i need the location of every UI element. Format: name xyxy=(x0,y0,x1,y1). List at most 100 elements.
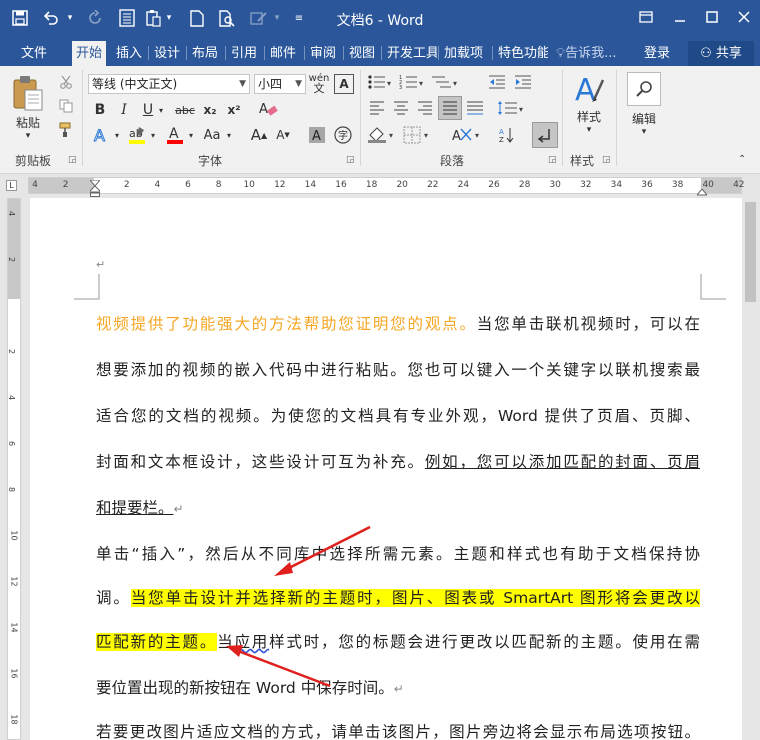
change-case-dropdown-icon[interactable]: ▾ xyxy=(224,124,234,146)
ribbon-display-options-icon[interactable] xyxy=(630,4,662,30)
page-corner-mark xyxy=(74,274,100,300)
phonetic-char-icon: 文 xyxy=(313,82,325,95)
cut-icon[interactable] xyxy=(56,72,76,92)
tell-me-search[interactable]: 💡︎告诉我... xyxy=(556,41,617,66)
format-painter-icon[interactable] xyxy=(56,120,76,140)
ruler-tick-label: 32 xyxy=(580,180,592,190)
paragraph-launcher-icon[interactable]: ◲ xyxy=(548,155,557,165)
font-name-combo[interactable]: 等线 (中文正文) ▼ xyxy=(88,74,250,94)
enclose-characters-icon[interactable]: 字 xyxy=(332,124,354,146)
increase-indent-icon[interactable] xyxy=(512,72,534,92)
bullets-icon[interactable]: ▾ xyxy=(366,72,394,92)
ruler-tick-label: 4 xyxy=(7,394,17,401)
text-line[interactable]: 调。当您单击设计并选择新的主题时，图片、图表或 SmartArt 图形将会更改以 xyxy=(96,586,700,610)
font-size-combo[interactable]: 小四 ▼ xyxy=(254,74,306,94)
tab-view[interactable]: 视图 xyxy=(345,41,379,66)
strikethrough-button[interactable]: abc xyxy=(172,100,198,120)
line-spacing-icon[interactable]: ▾ xyxy=(496,98,528,118)
multilevel-list-icon[interactable]: ▾ xyxy=(430,72,460,92)
vertical-scrollbar[interactable] xyxy=(742,198,760,740)
copy-icon[interactable] xyxy=(56,96,76,116)
text-line[interactable]: 视频提供了功能强大的方法帮助您证明您的观点。当您单击联机视频时，可以在 xyxy=(96,312,700,336)
first-line-indent-marker[interactable] xyxy=(88,177,102,187)
shrink-font-button[interactable]: A ▼ xyxy=(272,124,294,146)
sort-icon[interactable]: AZ xyxy=(496,124,518,146)
tab-design[interactable]: 设计 xyxy=(150,41,184,66)
collapse-ribbon-icon[interactable]: ⌃ xyxy=(738,154,746,165)
superscript-button[interactable]: x² xyxy=(224,100,244,120)
text-effects-icon[interactable]: A xyxy=(90,124,112,146)
vertical-ruler[interactable]: 4 2 2 4 6 8 10 12 14 16 18 xyxy=(7,198,21,740)
tab-file[interactable]: 文件 xyxy=(14,41,54,66)
tab-addins[interactable]: 加载项 xyxy=(440,41,487,66)
numbering-icon[interactable]: 1 2 3 ▾ xyxy=(398,72,426,92)
tab-mailings[interactable]: 邮件 xyxy=(266,41,300,66)
login-button[interactable]: 登录 xyxy=(644,41,670,66)
change-case-button[interactable]: Aa xyxy=(200,124,224,146)
text-line[interactable]: 要位置出现的新按钮在 Word 中保存时间。↵ xyxy=(96,676,700,701)
minimize-icon[interactable] xyxy=(664,4,696,30)
text-effects-dropdown-icon[interactable]: ▾ xyxy=(112,124,122,146)
text-line[interactable]: 若要更改图片适应文档的方式，请单击该图片，图片旁边将会显示布局选项按钮。 xyxy=(96,720,700,740)
bold-button[interactable]: B xyxy=(90,100,110,120)
tab-home[interactable]: 开始 xyxy=(72,41,106,66)
character-border-button[interactable]: A xyxy=(334,74,354,94)
styles-launcher-icon[interactable]: ◲ xyxy=(602,155,611,165)
text-run: 调。 xyxy=(96,589,131,607)
font-color-dropdown-icon[interactable]: ▾ xyxy=(186,124,196,146)
close-icon[interactable] xyxy=(728,4,760,30)
text-line[interactable]: 封面和文本框设计，这些设计可互为补充。例如，您可以添加匹配的封面、页眉 xyxy=(96,450,700,474)
share-button[interactable]: ⚇ 共享 xyxy=(688,41,754,66)
clipboard-launcher-icon[interactable]: ◲ xyxy=(68,155,77,165)
chinese-layout-icon[interactable]: A ▾ xyxy=(450,124,484,146)
tab-layout[interactable]: 布局 xyxy=(188,41,222,66)
styles-button[interactable]: A 样式 ▾ xyxy=(568,72,610,135)
subscript-button[interactable]: x₂ xyxy=(200,100,220,120)
scrollbar-thumb[interactable] xyxy=(745,202,756,302)
editing-button[interactable]: 编辑 ▾ xyxy=(622,72,666,137)
svg-text:▾: ▾ xyxy=(419,79,423,88)
ruler-tick-label: 4 xyxy=(154,180,161,190)
tab-separator xyxy=(304,46,305,60)
align-center-icon[interactable] xyxy=(390,98,412,118)
tab-featured[interactable]: 特色功能 xyxy=(494,41,548,66)
ruler-tick-label: 2 xyxy=(7,256,17,263)
horizontal-ruler[interactable]: 4 2 2 4 6 8 10 12 14 16 18 20 22 24 26 28 30 32 34 36 38 40 42 xyxy=(28,177,745,197)
font-launcher-icon[interactable]: ◲ xyxy=(346,155,355,165)
text-line[interactable]: 和提要栏。↵ xyxy=(96,496,700,521)
show-hide-marks-icon[interactable] xyxy=(532,122,558,148)
character-shading-icon[interactable]: A xyxy=(306,124,328,146)
justify-icon[interactable] xyxy=(438,96,462,120)
decrease-indent-icon[interactable] xyxy=(486,72,508,92)
text-line[interactable]: 单击“插入”，然后从不同库中选择所需元素。主题和样式也有助于文档保持协 xyxy=(96,542,700,566)
tab-review[interactable]: 审阅 xyxy=(306,41,340,66)
maximize-icon[interactable] xyxy=(696,4,728,30)
grow-font-button[interactable]: A ▲ xyxy=(248,124,270,146)
ruler-tick-label: 38 xyxy=(671,180,684,190)
underline-dropdown-icon[interactable]: ▾ xyxy=(156,100,166,120)
phonetic-guide-button[interactable]: wén 文 xyxy=(308,72,330,96)
tab-selector-icon[interactable]: L xyxy=(6,180,17,191)
align-left-icon[interactable] xyxy=(366,98,388,118)
highlight-color-icon[interactable]: ab xyxy=(126,124,148,146)
text-line[interactable]: 想要添加的视频的嵌入代码中进行粘贴。您也可以键入一个关键字以联机搜索最 xyxy=(96,358,700,382)
borders-icon[interactable]: ▾ xyxy=(402,124,434,146)
ruler-tick-label: 30 xyxy=(549,180,561,190)
tab-references[interactable]: 引用 xyxy=(227,41,261,66)
shading-icon[interactable]: ▾ xyxy=(366,124,398,146)
text-line[interactable]: 匹配新的主题。当应用样式时，您的标题会进行更改以匹配新的主题。使用在需 xyxy=(96,630,700,654)
text-line[interactable]: 适合您的文档的视频。为使您的文档具有专业外观，Word 提供了页眉、页脚、 xyxy=(96,404,700,428)
italic-button[interactable]: I xyxy=(114,100,134,120)
clear-formatting-icon[interactable]: A xyxy=(256,98,280,120)
align-right-icon[interactable] xyxy=(414,98,436,118)
svg-text:▾: ▾ xyxy=(519,105,523,114)
tab-insert[interactable]: 插入 xyxy=(112,41,146,66)
paste-button[interactable]: 粘贴 ▾ xyxy=(8,74,48,141)
font-color-icon[interactable]: A xyxy=(164,124,186,146)
hanging-indent-marker[interactable] xyxy=(89,185,101,197)
tab-developer[interactable]: 开发工具 xyxy=(383,41,437,66)
distributed-icon[interactable] xyxy=(464,98,486,118)
underline-button[interactable]: U xyxy=(138,100,158,120)
tab-separator xyxy=(148,46,149,60)
highlight-dropdown-icon[interactable]: ▾ xyxy=(148,124,158,146)
